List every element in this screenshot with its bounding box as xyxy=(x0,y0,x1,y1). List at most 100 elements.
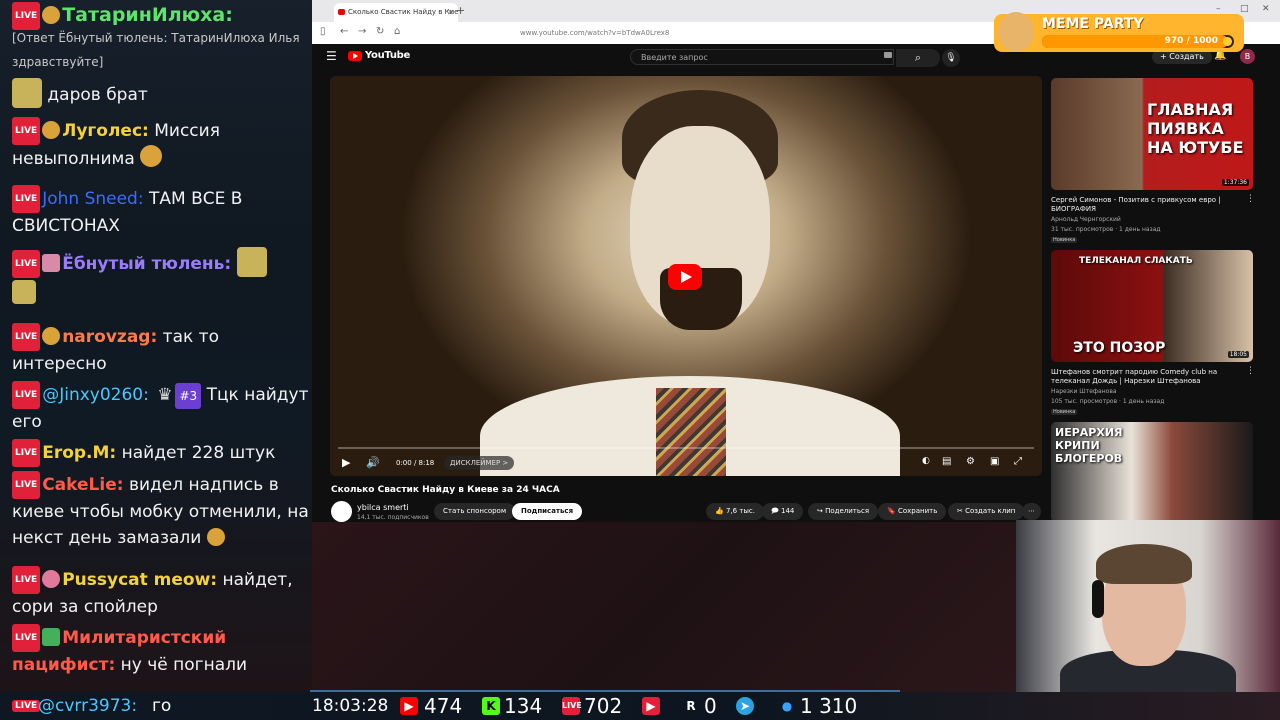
reload-icon[interactable]: ↻ xyxy=(376,26,384,37)
chat-message: LIVE Erop.M: найдет 228 штук xyxy=(12,439,310,467)
video-figure-embroidery xyxy=(656,388,726,476)
thumbnail-subtext: ТЕЛЕКАНАЛ СЛАКАТЬ xyxy=(1079,256,1193,266)
microphone-icon[interactable]: 🎙 xyxy=(942,49,960,67)
close-window-icon[interactable]: ✕ xyxy=(1262,4,1270,14)
recommendation-thumbnail[interactable]: ИЕРАРХИЯ КРИПИ БЛОГЕРОВ xyxy=(1051,422,1253,522)
chat-nick: @Jinxy0260: xyxy=(42,385,149,405)
like-button[interactable]: 👍 7,6 тыс. xyxy=(706,503,764,520)
channel-name[interactable]: ybilca smerti xyxy=(357,503,409,512)
chat-text: найдет 228 штук xyxy=(121,443,276,463)
search-button[interactable]: ⌕ xyxy=(896,49,940,67)
autoplay-toggle[interactable]: ◐ xyxy=(922,456,930,466)
browser-window: Сколько Свастик Найду в Киеве ✕ + – □ ✕ … xyxy=(312,0,1280,522)
recommendation-thumbnail[interactable]: ТЕЛЕКАНАЛ СЛАКАТЬ ЭТО ПОЗОР 18:05 xyxy=(1051,250,1253,362)
fullscreen-icon[interactable]: ⤢ xyxy=(1014,456,1022,467)
more-options-icon[interactable]: ⋮ xyxy=(1246,366,1255,376)
video-duration: 18:05 xyxy=(1227,351,1249,358)
home-icon[interactable]: ⌂ xyxy=(394,26,400,37)
chat-message: LIVE @Jinxy0260: ♛ #3 Тцк найдут его xyxy=(12,381,310,435)
video-progress-bar[interactable] xyxy=(338,447,1034,449)
stream-stats-bar: LIVE @cvrr3973: го 18:03:28 ▶ 474 K 134 … xyxy=(0,692,1280,720)
stream-chat: LIVE ТатаринИлюха: [Ответ Ёбнутый тюлень:… xyxy=(0,0,312,692)
browser-tab[interactable]: Сколько Свастик Найду в Киеве ✕ xyxy=(334,3,458,22)
save-button[interactable]: 🔖 Сохранить xyxy=(878,503,947,520)
sidebar-toggle-icon[interactable]: ▯ xyxy=(320,26,326,37)
comments-button[interactable]: 🗩 144 xyxy=(762,503,804,520)
recommendation-meta: 105 тыс. просмотров · 1 день назад xyxy=(1051,398,1165,405)
like-count: 7,6 тыс. xyxy=(725,507,755,515)
emoji-icon xyxy=(206,528,225,546)
chat-nick: Ёбнутый тюлень: xyxy=(62,254,232,274)
create-button[interactable]: + Создать xyxy=(1152,50,1212,64)
recommendation-thumbnail[interactable]: ГЛАВНАЯ ПИЯВКА НА ЮТУБЕ 1:37:36 xyxy=(1051,78,1253,190)
live-badge: LIVE xyxy=(12,700,41,712)
live-badge: LIVE xyxy=(12,439,41,467)
chat-nick: CakeLie: xyxy=(42,475,124,495)
search-input[interactable]: Введите запрос xyxy=(630,49,894,65)
volume-icon[interactable]: 🔊 xyxy=(366,456,380,469)
subtitles-icon[interactable]: ▤ xyxy=(942,456,951,467)
recommendation-channel[interactable]: Арнольд Чернгорский xyxy=(1051,216,1121,223)
rank-badge: #3 xyxy=(175,383,202,409)
live-badge: LIVE xyxy=(12,566,41,594)
rutube-icon: R xyxy=(686,699,696,713)
avatar-emoji-icon xyxy=(42,6,61,24)
save-label: Сохранить xyxy=(897,507,938,515)
forward-icon[interactable]: → xyxy=(358,26,366,37)
live-badge: LIVE xyxy=(12,250,41,278)
share-button[interactable]: ↪ Поделиться xyxy=(808,503,879,520)
chat-nick: @cvrr3973: xyxy=(38,696,138,716)
webcam-feed xyxy=(1016,520,1280,692)
maximize-icon[interactable]: □ xyxy=(1240,4,1249,14)
recommendation-title[interactable]: Штефанов смотрит пародию Comedy club на … xyxy=(1051,368,1245,386)
youtube-logo-icon[interactable] xyxy=(348,51,362,61)
sponsor-button[interactable]: Стать спонсором xyxy=(434,503,516,520)
keyboard-icon[interactable] xyxy=(884,52,892,58)
more-options-icon[interactable]: ⋮ xyxy=(1246,194,1255,204)
chat-message: LIVE Милитаристский пацифист: ну чё погна… xyxy=(12,624,310,678)
video-time: 0:00 / 8:18 xyxy=(396,459,435,467)
youtube-logo-text[interactable]: YouTube xyxy=(365,50,410,61)
rutube-viewers: 0 xyxy=(704,694,717,718)
meme-progress-count: 970 / 1000 xyxy=(1164,36,1218,46)
new-badge: Новинка xyxy=(1051,409,1078,415)
meme-progress-bar: 970 / 1000 xyxy=(1042,35,1234,48)
channel-avatar[interactable] xyxy=(331,501,352,522)
account-avatar[interactable]: B xyxy=(1240,49,1255,64)
youtube-favicon-icon xyxy=(338,9,345,15)
miniplayer-icon[interactable]: ▣ xyxy=(990,456,999,467)
clip-button[interactable]: ✂ Создать клип xyxy=(948,503,1025,520)
play-icon[interactable]: ▶ xyxy=(342,456,350,469)
chat-message: LIVE Pussycat meow: найдет, сори за спойл… xyxy=(12,566,310,620)
new-tab-icon[interactable]: + xyxy=(456,4,465,17)
comment-count: 144 xyxy=(781,507,795,515)
youtube-icon: ▶ xyxy=(400,697,418,715)
sticker-icon xyxy=(12,78,42,108)
live-badge: LIVE xyxy=(12,117,41,145)
meme-party-widget: MEME PARTY 970 / 1000 xyxy=(994,12,1244,52)
telegram-viewers: 1 310 xyxy=(800,694,858,718)
subscriber-count: 14,1 тыс. подписчиков xyxy=(357,514,429,521)
close-tab-icon[interactable]: ✕ xyxy=(447,3,454,22)
thumbnail-text: ИЕРАРХИЯ КРИПИ БЛОГЕРОВ xyxy=(1055,426,1123,465)
avatar-emoji-icon xyxy=(42,628,61,646)
video-player[interactable]: ▶ 🔊 0:00 / 8:18 ДИСКЛЕЙМЕР > ◐ ▤ ⚙ ▣ ⤢ xyxy=(330,76,1042,476)
subscribe-button[interactable]: Подписаться xyxy=(512,503,583,520)
chapter-chip[interactable]: ДИСКЛЕЙМЕР > xyxy=(444,456,515,470)
more-actions-icon[interactable]: ⋯ xyxy=(1022,503,1041,520)
recommendation-channel[interactable]: Нарезки Штефанова xyxy=(1051,388,1117,395)
menu-icon[interactable]: ☰ xyxy=(326,49,337,63)
sticker-icon xyxy=(12,280,36,304)
avatar-emoji-icon xyxy=(42,254,61,272)
back-icon[interactable]: ← xyxy=(340,26,348,37)
sticker-icon xyxy=(236,247,267,277)
settings-gear-icon[interactable]: ⚙ xyxy=(966,456,975,467)
chat-nick: Pussycat meow: xyxy=(62,570,218,590)
big-play-button[interactable] xyxy=(668,264,702,290)
meme-party-title: MEME PARTY xyxy=(1042,16,1144,32)
minimize-icon[interactable]: – xyxy=(1216,4,1221,14)
recommendation-title[interactable]: Сергей Симонов - Позитив с привкусом евр… xyxy=(1051,196,1245,214)
url-field[interactable]: www.youtube.com/watch?v=bTdwA0Lrex8 xyxy=(470,26,970,40)
crown-icon: ♛ xyxy=(157,385,173,405)
chat-message: LIVE narovzag: так то интересно xyxy=(12,323,310,377)
